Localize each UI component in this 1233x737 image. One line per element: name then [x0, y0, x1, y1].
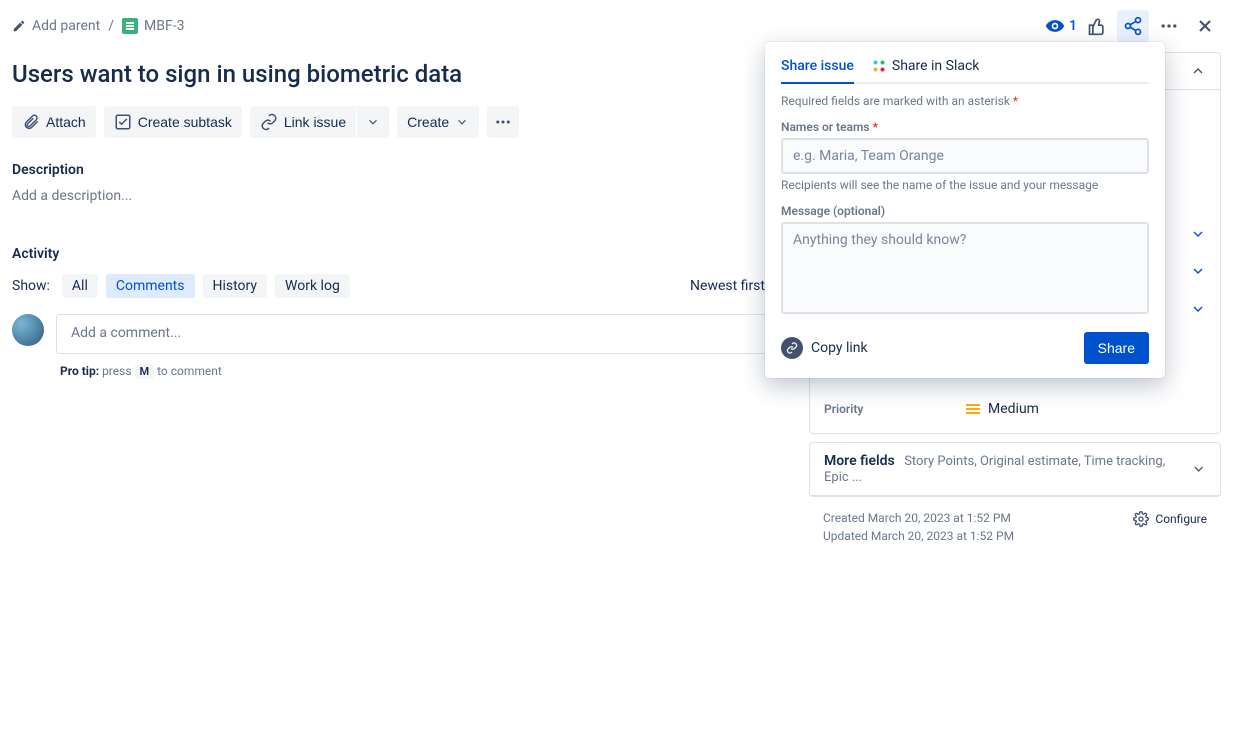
like-button[interactable] [1081, 10, 1113, 42]
story-icon [122, 18, 138, 34]
close-button[interactable] [1189, 10, 1221, 42]
names-input[interactable] [781, 138, 1149, 174]
subtask-icon [114, 113, 132, 131]
link-issue-button[interactable]: Link issue [250, 106, 356, 138]
tab-worklog[interactable]: Work log [275, 274, 350, 298]
priority-label: Priority [824, 402, 954, 416]
dots-icon [494, 113, 512, 131]
description-heading: Description [12, 162, 785, 178]
priority-value[interactable]: Medium [966, 401, 1206, 417]
more-fields-header[interactable]: More fields Story Points, Original estim… [810, 443, 1220, 496]
names-label: Names or teams * [781, 120, 1149, 134]
more-actions-button[interactable] [1153, 10, 1185, 42]
description-field[interactable]: Add a description... [12, 188, 785, 204]
chevron-down-icon[interactable] [1190, 301, 1206, 317]
breadcrumb-separator: / [108, 18, 114, 34]
eye-icon [1045, 16, 1065, 36]
avatar [12, 314, 44, 346]
comment-input[interactable]: Add a comment... [56, 314, 785, 354]
slack-icon [872, 59, 886, 73]
create-button[interactable]: Create [397, 106, 479, 138]
configure-button[interactable]: Configure [1133, 511, 1207, 527]
pencil-icon [12, 19, 26, 33]
chevron-up-icon [1190, 63, 1206, 79]
chevron-down-icon [1191, 461, 1206, 477]
created-date: Created March 20, 2023 at 1:52 PM [823, 511, 1014, 525]
link-icon [781, 337, 803, 359]
share-icon [1123, 16, 1143, 36]
message-input[interactable] [781, 222, 1149, 314]
chevron-down-icon [455, 115, 469, 129]
chevron-down-icon[interactable] [1190, 263, 1206, 279]
show-label: Show: [12, 278, 50, 294]
breadcrumb: Add parent / MBF-3 [12, 18, 184, 34]
tab-comments[interactable]: Comments [106, 274, 195, 298]
tab-all[interactable]: All [62, 274, 98, 298]
paperclip-icon [22, 113, 40, 131]
activity-heading: Activity [12, 246, 785, 262]
chevron-down-icon [366, 115, 380, 129]
names-hint: Recipients will see the name of the issu… [781, 178, 1149, 192]
link-icon [260, 113, 278, 131]
create-subtask-button[interactable]: Create subtask [104, 106, 242, 138]
watch-button[interactable]: 1 [1045, 16, 1077, 36]
attach-button[interactable]: Attach [12, 106, 96, 138]
message-label: Message (optional) [781, 204, 1149, 218]
watch-count-value: 1 [1069, 18, 1077, 34]
share-submit-button[interactable]: Share [1084, 332, 1149, 364]
thumbs-up-icon [1087, 16, 1107, 36]
chevron-down-icon[interactable] [1190, 226, 1206, 242]
close-icon [1195, 16, 1215, 36]
issue-key: MBF-3 [144, 18, 184, 34]
toolbar-more-button[interactable] [487, 106, 519, 138]
share-button[interactable] [1117, 10, 1149, 42]
share-tab-issue[interactable]: Share issue [781, 58, 854, 84]
protip: Pro tip: press M to comment [60, 364, 785, 379]
priority-medium-icon [966, 404, 980, 414]
updated-date: Updated March 20, 2023 at 1:52 PM [823, 529, 1014, 543]
add-parent-label: Add parent [32, 18, 100, 34]
share-popover: Share issue Share in Slack Required fiel… [765, 42, 1165, 378]
issue-key-link[interactable]: MBF-3 [122, 18, 184, 34]
dots-icon [1159, 16, 1179, 36]
required-hint: Required fields are marked with an aster… [781, 94, 1149, 108]
gear-icon [1133, 511, 1149, 527]
copy-link-button[interactable]: Copy link [781, 337, 868, 359]
share-tab-slack[interactable]: Share in Slack [872, 58, 980, 84]
tab-history[interactable]: History [203, 274, 268, 298]
link-issue-dropdown[interactable] [357, 106, 389, 138]
issue-title[interactable]: Users want to sign in using biometric da… [12, 60, 785, 88]
add-parent-button[interactable]: Add parent [12, 18, 100, 34]
